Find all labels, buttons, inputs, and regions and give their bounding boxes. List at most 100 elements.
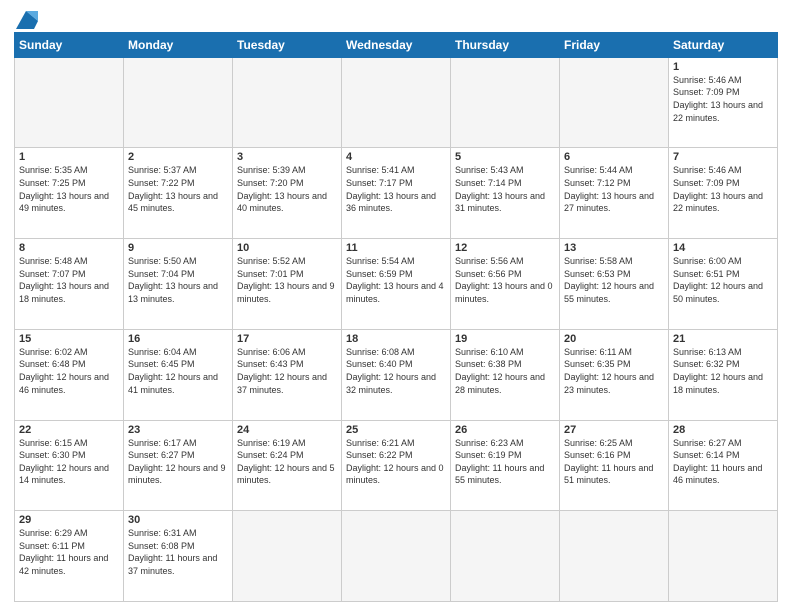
- day-header-monday: Monday: [124, 32, 233, 57]
- day-info: Sunrise: 5:39 AMSunset: 7:20 PMDaylight:…: [237, 164, 337, 214]
- day-info: Sunrise: 5:44 AMSunset: 7:12 PMDaylight:…: [564, 164, 664, 214]
- calendar-table: SundayMondayTuesdayWednesdayThursdayFrid…: [14, 32, 778, 602]
- day-info: Sunrise: 6:23 AMSunset: 6:19 PMDaylight:…: [455, 437, 555, 487]
- day-cell: [451, 57, 560, 148]
- day-info: Sunrise: 5:54 AMSunset: 6:59 PMDaylight:…: [346, 255, 446, 305]
- day-header-wednesday: Wednesday: [342, 32, 451, 57]
- day-header-sunday: Sunday: [15, 32, 124, 57]
- day-cell: 30Sunrise: 6:31 AMSunset: 6:08 PMDayligh…: [124, 511, 233, 602]
- day-number: 21: [673, 333, 773, 345]
- day-number: 27: [564, 424, 664, 436]
- day-cell: 3Sunrise: 5:39 AMSunset: 7:20 PMDaylight…: [233, 148, 342, 239]
- day-info: Sunrise: 6:06 AMSunset: 6:43 PMDaylight:…: [237, 346, 337, 396]
- day-info: Sunrise: 6:17 AMSunset: 6:27 PMDaylight:…: [128, 437, 228, 487]
- day-number: 19: [455, 333, 555, 345]
- day-cell: 25Sunrise: 6:21 AMSunset: 6:22 PMDayligh…: [342, 420, 451, 511]
- day-info: Sunrise: 6:10 AMSunset: 6:38 PMDaylight:…: [455, 346, 555, 396]
- day-cell: 2Sunrise: 5:37 AMSunset: 7:22 PMDaylight…: [124, 148, 233, 239]
- day-cell: 24Sunrise: 6:19 AMSunset: 6:24 PMDayligh…: [233, 420, 342, 511]
- logo: [14, 10, 38, 26]
- day-number: 30: [128, 514, 228, 526]
- day-info: Sunrise: 6:15 AMSunset: 6:30 PMDaylight:…: [19, 437, 119, 487]
- day-number: 22: [19, 424, 119, 436]
- day-number: 17: [237, 333, 337, 345]
- day-cell: 22Sunrise: 6:15 AMSunset: 6:30 PMDayligh…: [15, 420, 124, 511]
- logo-icon: [16, 11, 38, 29]
- day-cell: 1Sunrise: 5:46 AMSunset: 7:09 PMDaylight…: [669, 57, 778, 148]
- day-cell: 14Sunrise: 6:00 AMSunset: 6:51 PMDayligh…: [669, 239, 778, 330]
- day-header-saturday: Saturday: [669, 32, 778, 57]
- day-cell: 18Sunrise: 6:08 AMSunset: 6:40 PMDayligh…: [342, 329, 451, 420]
- day-info: Sunrise: 5:56 AMSunset: 6:56 PMDaylight:…: [455, 255, 555, 305]
- day-cell: 13Sunrise: 5:58 AMSunset: 6:53 PMDayligh…: [560, 239, 669, 330]
- day-info: Sunrise: 5:48 AMSunset: 7:07 PMDaylight:…: [19, 255, 119, 305]
- day-number: 29: [19, 514, 119, 526]
- day-number: 8: [19, 242, 119, 254]
- day-cell: [15, 57, 124, 148]
- day-info: Sunrise: 5:35 AMSunset: 7:25 PMDaylight:…: [19, 164, 119, 214]
- day-cell: [233, 511, 342, 602]
- day-cell: 16Sunrise: 6:04 AMSunset: 6:45 PMDayligh…: [124, 329, 233, 420]
- day-number: 5: [455, 151, 555, 163]
- day-cell: 23Sunrise: 6:17 AMSunset: 6:27 PMDayligh…: [124, 420, 233, 511]
- day-info: Sunrise: 5:37 AMSunset: 7:22 PMDaylight:…: [128, 164, 228, 214]
- day-info: Sunrise: 5:43 AMSunset: 7:14 PMDaylight:…: [455, 164, 555, 214]
- day-cell: [342, 57, 451, 148]
- day-number: 13: [564, 242, 664, 254]
- day-number: 28: [673, 424, 773, 436]
- day-cell: [451, 511, 560, 602]
- day-info: Sunrise: 5:46 AMSunset: 7:09 PMDaylight:…: [673, 74, 773, 124]
- week-row-5: 29Sunrise: 6:29 AMSunset: 6:11 PMDayligh…: [15, 511, 778, 602]
- day-number: 10: [237, 242, 337, 254]
- day-cell: [124, 57, 233, 148]
- day-number: 2: [128, 151, 228, 163]
- day-cell: 5Sunrise: 5:43 AMSunset: 7:14 PMDaylight…: [451, 148, 560, 239]
- week-row-2: 8Sunrise: 5:48 AMSunset: 7:07 PMDaylight…: [15, 239, 778, 330]
- header: [14, 10, 778, 26]
- day-info: Sunrise: 5:50 AMSunset: 7:04 PMDaylight:…: [128, 255, 228, 305]
- week-row-1: 1Sunrise: 5:35 AMSunset: 7:25 PMDaylight…: [15, 148, 778, 239]
- day-cell: [669, 511, 778, 602]
- day-number: 1: [673, 61, 773, 73]
- day-header-tuesday: Tuesday: [233, 32, 342, 57]
- day-cell: 1Sunrise: 5:35 AMSunset: 7:25 PMDaylight…: [15, 148, 124, 239]
- day-info: Sunrise: 6:29 AMSunset: 6:11 PMDaylight:…: [19, 527, 119, 577]
- day-info: Sunrise: 6:25 AMSunset: 6:16 PMDaylight:…: [564, 437, 664, 487]
- day-info: Sunrise: 6:04 AMSunset: 6:45 PMDaylight:…: [128, 346, 228, 396]
- day-number: 1: [19, 151, 119, 163]
- day-cell: [560, 57, 669, 148]
- day-info: Sunrise: 5:58 AMSunset: 6:53 PMDaylight:…: [564, 255, 664, 305]
- day-cell: 9Sunrise: 5:50 AMSunset: 7:04 PMDaylight…: [124, 239, 233, 330]
- day-number: 11: [346, 242, 446, 254]
- day-cell: 7Sunrise: 5:46 AMSunset: 7:09 PMDaylight…: [669, 148, 778, 239]
- day-cell: 4Sunrise: 5:41 AMSunset: 7:17 PMDaylight…: [342, 148, 451, 239]
- day-cell: [233, 57, 342, 148]
- day-number: 23: [128, 424, 228, 436]
- day-cell: [560, 511, 669, 602]
- day-number: 7: [673, 151, 773, 163]
- day-info: Sunrise: 6:27 AMSunset: 6:14 PMDaylight:…: [673, 437, 773, 487]
- day-cell: 20Sunrise: 6:11 AMSunset: 6:35 PMDayligh…: [560, 329, 669, 420]
- week-row-0: 1Sunrise: 5:46 AMSunset: 7:09 PMDaylight…: [15, 57, 778, 148]
- day-header-thursday: Thursday: [451, 32, 560, 57]
- day-cell: 12Sunrise: 5:56 AMSunset: 6:56 PMDayligh…: [451, 239, 560, 330]
- day-cell: 10Sunrise: 5:52 AMSunset: 7:01 PMDayligh…: [233, 239, 342, 330]
- day-cell: 21Sunrise: 6:13 AMSunset: 6:32 PMDayligh…: [669, 329, 778, 420]
- day-number: 20: [564, 333, 664, 345]
- day-info: Sunrise: 6:13 AMSunset: 6:32 PMDaylight:…: [673, 346, 773, 396]
- day-info: Sunrise: 6:31 AMSunset: 6:08 PMDaylight:…: [128, 527, 228, 577]
- day-info: Sunrise: 5:52 AMSunset: 7:01 PMDaylight:…: [237, 255, 337, 305]
- week-row-3: 15Sunrise: 6:02 AMSunset: 6:48 PMDayligh…: [15, 329, 778, 420]
- day-number: 14: [673, 242, 773, 254]
- day-number: 12: [455, 242, 555, 254]
- day-number: 18: [346, 333, 446, 345]
- day-info: Sunrise: 6:02 AMSunset: 6:48 PMDaylight:…: [19, 346, 119, 396]
- day-cell: 27Sunrise: 6:25 AMSunset: 6:16 PMDayligh…: [560, 420, 669, 511]
- day-number: 16: [128, 333, 228, 345]
- day-number: 3: [237, 151, 337, 163]
- page: SundayMondayTuesdayWednesdayThursdayFrid…: [0, 0, 792, 612]
- day-info: Sunrise: 6:00 AMSunset: 6:51 PMDaylight:…: [673, 255, 773, 305]
- day-info: Sunrise: 6:11 AMSunset: 6:35 PMDaylight:…: [564, 346, 664, 396]
- day-number: 25: [346, 424, 446, 436]
- day-info: Sunrise: 5:41 AMSunset: 7:17 PMDaylight:…: [346, 164, 446, 214]
